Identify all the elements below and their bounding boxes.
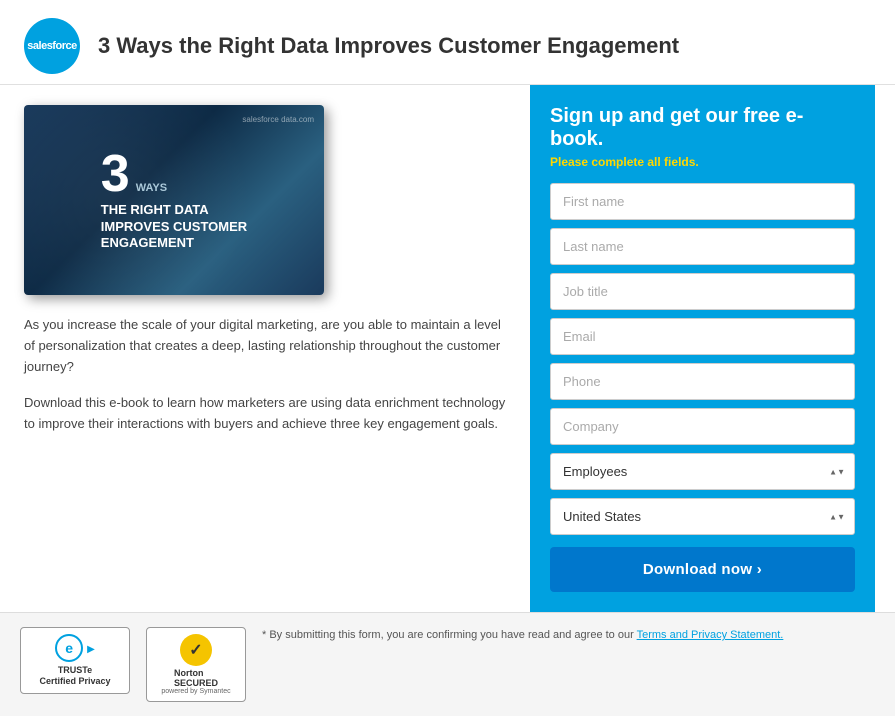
norton-symantec-label: powered by Symantec [161,688,230,695]
book-brand-label: salesforce data.com [242,115,314,124]
job-title-input[interactable] [550,273,855,310]
country-select-wrapper: United StatesCanadaUnited KingdomAustral… [550,498,855,535]
description-paragraph-2: Download this e-book to learn how market… [24,393,506,435]
book-cover-image: 3 WAYS THE RIGHT DATA IMPROVES CUSTOMER … [24,105,324,295]
truste-arrow-icon: ▶ [87,644,95,655]
privacy-link[interactable]: Terms and Privacy Statement. [637,629,784,641]
trust-disclaimer: * By submitting this form, you are confi… [262,627,875,644]
salesforce-logo-text: salesforce [27,40,76,52]
main-content: 3 WAYS THE RIGHT DATA IMPROVES CUSTOMER … [0,85,895,612]
header: salesforce 3 Ways the Right Data Improve… [0,0,895,85]
description-paragraph-1: As you increase the scale of your digita… [24,315,506,377]
email-input[interactable] [550,318,855,355]
book-subtitle: THE RIGHT DATA IMPROVES CUSTOMER ENGAGEM… [101,202,247,253]
form-title: Sign up and get our free e-book. [550,105,855,151]
employees-select[interactable]: Employees1-1011-5051-200201-500501-10001… [550,453,855,490]
trust-badges: e ▶ TRUSTe Certified Privacy ✓ Norton SE… [20,627,875,702]
country-select[interactable]: United StatesCanadaUnited KingdomAustral… [550,498,855,535]
form-subtitle: Please complete all fields. [550,155,855,169]
right-panel: Sign up and get our free e-book. Please … [530,85,875,612]
page-title: 3 Ways the Right Data Improves Customer … [98,33,679,59]
book-ways-label: WAYS [136,182,167,194]
truste-icon: e [55,634,83,662]
truste-label: TRUSTe Certified Privacy [39,665,110,687]
company-input[interactable] [550,408,855,445]
employees-select-wrapper: Employees1-1011-5051-200201-500501-10001… [550,453,855,490]
norton-badge: ✓ Norton SECURED powered by Symantec [146,627,246,702]
first-name-input[interactable] [550,183,855,220]
download-button[interactable]: Download now › [550,547,855,592]
salesforce-logo: salesforce [24,18,80,74]
left-panel: 3 WAYS THE RIGHT DATA IMPROVES CUSTOMER … [0,85,530,612]
form-fields: Employees1-1011-5051-200201-500501-10001… [550,183,855,592]
trust-section: e ▶ TRUSTe Certified Privacy ✓ Norton SE… [0,612,895,716]
phone-input[interactable] [550,363,855,400]
book-number: 3 [101,148,130,200]
norton-label: Norton SECURED [174,668,218,688]
last-name-input[interactable] [550,228,855,265]
truste-badge: e ▶ TRUSTe Certified Privacy [20,627,130,694]
norton-check-icon: ✓ [180,634,212,666]
